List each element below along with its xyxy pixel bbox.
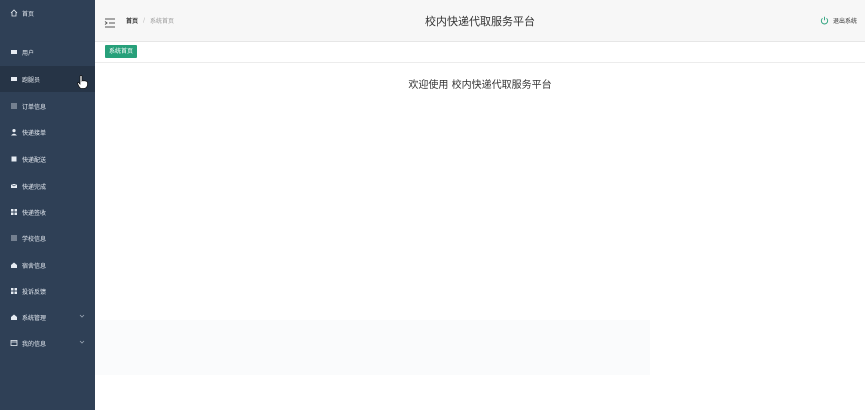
person-icon	[10, 128, 20, 136]
system-icon	[10, 313, 20, 321]
grid-icon	[10, 287, 20, 295]
runner-icon	[10, 75, 20, 83]
sidebar-item-home[interactable]: 首页	[0, 0, 95, 26]
dorm-icon	[10, 261, 20, 269]
tab-bar: 系统首页	[95, 42, 865, 63]
page-title: 校内快递代取服务平台	[425, 14, 535, 28]
sidebar-item-label: 学校信息	[22, 235, 47, 243]
complete-icon	[10, 182, 20, 190]
grid-icon	[10, 208, 20, 216]
breadcrumb-current: 系统首页	[150, 18, 175, 25]
sidebar-item-label: 用户	[22, 49, 35, 57]
sidebar-item-express-signed[interactable]: 快递签收	[0, 199, 95, 225]
user-list-icon	[10, 48, 20, 56]
chevron-down-icon	[79, 339, 85, 347]
sidebar-item-system[interactable]: 系统管理	[0, 304, 95, 330]
sidebar-item-label: 我的信息	[22, 340, 47, 348]
list-icon	[10, 234, 20, 242]
tab-system-home[interactable]: 系统首页	[105, 45, 138, 58]
hand-cursor-icon	[77, 74, 88, 93]
sidebar-item-orders[interactable]: 订单信息	[0, 93, 95, 119]
sidebar-item-school[interactable]: 学校信息	[0, 225, 95, 251]
sidebar-item-label: 快递完成	[22, 183, 47, 191]
sidebar-item-label: 系统管理	[22, 314, 47, 322]
sidebar-item-express-accept[interactable]: 快递接单	[0, 119, 95, 145]
content-placeholder	[95, 320, 435, 375]
breadcrumb-separator: /	[143, 17, 146, 24]
home-icon	[10, 9, 20, 17]
logout-label: 退出系统	[832, 18, 857, 25]
sidebar-item-label: 快递配送	[22, 156, 47, 164]
breadcrumb-home[interactable]: 首页	[126, 16, 138, 25]
sidebar-item-label: 首页	[22, 10, 35, 18]
sidebar-item-label: 快递接单	[22, 129, 47, 137]
top-header: 首页 / 系统首页 校内快递代取服务平台 退出系统	[95, 0, 865, 42]
logout-button[interactable]: 退出系统	[820, 16, 857, 25]
chevron-down-icon	[79, 313, 85, 321]
app-window: 首页 用户 跑腿员 订单信息 快递接单 快递配送 快递完成 快递签收 学校信息 …	[0, 0, 865, 410]
sidebar-item-dorm[interactable]: 宿舍信息	[0, 252, 95, 278]
delivery-icon	[10, 155, 20, 163]
sidebar-item-label: 投诉反馈	[22, 288, 47, 296]
sidebar-item-express-delivery[interactable]: 快递配送	[0, 146, 95, 172]
sidebar-item-users[interactable]: 用户	[0, 39, 95, 65]
sidebar-item-label: 宿舍信息	[22, 262, 47, 270]
power-icon	[820, 16, 829, 25]
sidebar-item-label: 快递签收	[22, 209, 47, 217]
welcome-message: 欢迎使用 校内快递代取服务平台	[408, 80, 552, 91]
content-placeholder	[435, 320, 650, 375]
info-icon	[10, 339, 20, 347]
order-icon	[10, 102, 20, 110]
breadcrumb: 首页 / 系统首页	[126, 16, 174, 25]
sidebar-item-my-info[interactable]: 我的信息	[0, 330, 95, 356]
sidebar-item-label: 跑腿员	[22, 76, 41, 84]
sidebar-item-label: 订单信息	[22, 103, 47, 111]
menu-fold-icon[interactable]	[104, 14, 116, 28]
sidebar-item-complaints[interactable]: 投诉反馈	[0, 278, 95, 304]
sidebar-item-express-complete[interactable]: 快递完成	[0, 173, 95, 199]
sidebar: 首页 用户 跑腿员 订单信息 快递接单 快递配送 快递完成 快递签收 学校信息 …	[0, 0, 95, 410]
